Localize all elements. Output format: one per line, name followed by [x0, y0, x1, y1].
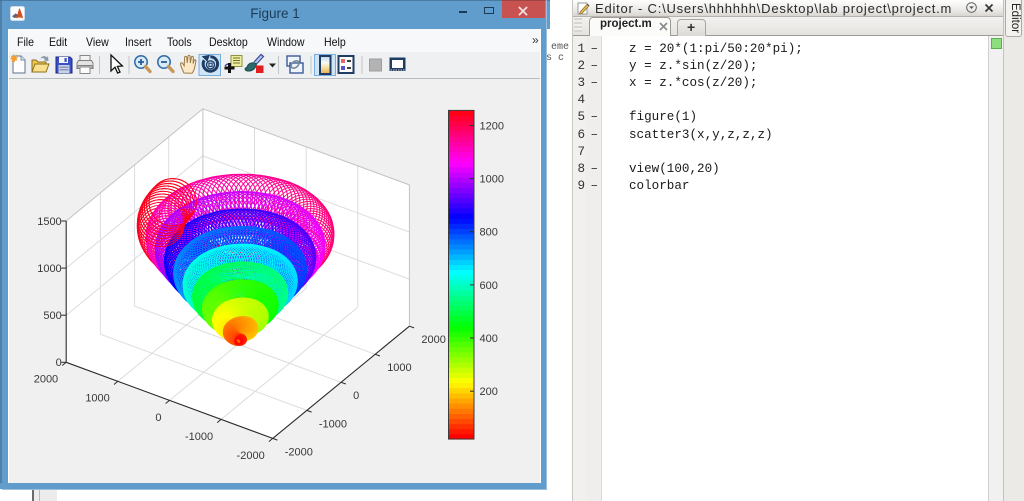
svg-text:-1000: -1000 [185, 431, 213, 443]
svg-text:1500: 1500 [37, 216, 61, 228]
svg-text:-2000: -2000 [237, 450, 265, 462]
svg-text:2000: 2000 [421, 334, 445, 346]
svg-text:600: 600 [480, 280, 498, 292]
svg-text:1200: 1200 [480, 120, 504, 132]
svg-text:-2000: -2000 [285, 446, 313, 458]
svg-text:200: 200 [480, 386, 498, 398]
svg-text:0: 0 [56, 357, 62, 369]
svg-text:0: 0 [353, 390, 359, 402]
svg-text:1000: 1000 [387, 362, 411, 374]
svg-text:1000: 1000 [85, 393, 109, 405]
svg-text:-1000: -1000 [319, 418, 347, 430]
svg-text:400: 400 [480, 333, 498, 345]
svg-text:2000: 2000 [34, 374, 58, 386]
svg-text:0: 0 [155, 412, 161, 424]
svg-text:800: 800 [480, 227, 498, 239]
svg-text:1000: 1000 [480, 174, 504, 186]
svg-text:1000: 1000 [37, 263, 61, 275]
svg-text:500: 500 [43, 310, 61, 322]
